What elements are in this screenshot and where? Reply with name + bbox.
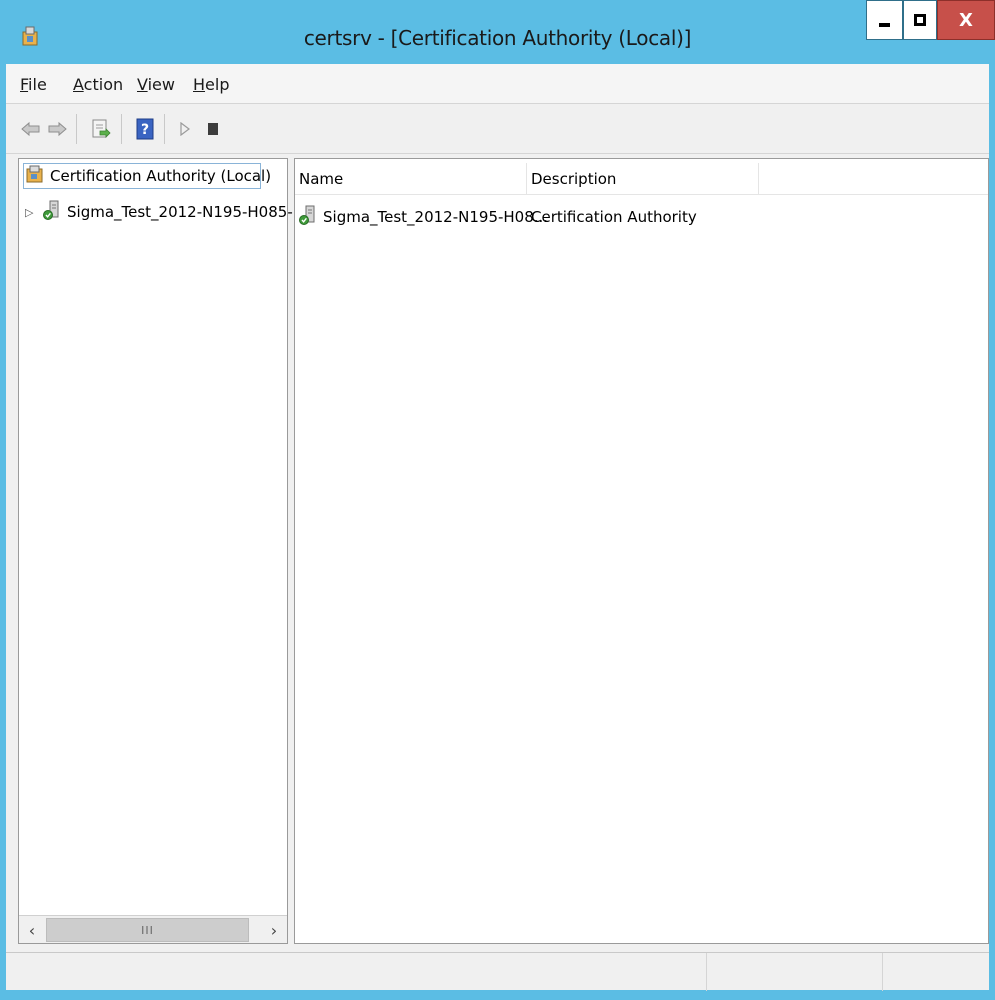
ca-server-icon (43, 200, 61, 224)
list-cell-name: Sigma_Test_2012-N195-H08... (299, 205, 548, 229)
minimize-button[interactable] (866, 0, 903, 40)
forward-button[interactable] (46, 117, 68, 141)
horizontal-scrollbar[interactable]: ‹ III › (19, 915, 287, 943)
close-icon: X (959, 9, 973, 31)
expand-icon[interactable]: ▷ (25, 206, 37, 219)
menu-action[interactable]: Action (73, 75, 123, 94)
toolbar-separator (121, 114, 122, 144)
start-service-icon (180, 122, 190, 136)
menu-bar: File Action View Help (6, 64, 989, 104)
title-bar[interactable]: certsrv - [Certification Authority (Loca… (0, 0, 995, 64)
menu-help[interactable]: Help (193, 75, 229, 94)
status-panel (706, 953, 882, 991)
menu-file[interactable]: File (20, 75, 47, 94)
help-button[interactable]: ? (134, 117, 156, 141)
details-pane[interactable]: Name Description Sigma_Test_2012-N195-H0… (294, 158, 989, 944)
menu-view[interactable]: View (137, 75, 175, 94)
minimize-icon (879, 23, 890, 27)
stop-service-icon (208, 123, 218, 135)
column-header-name[interactable]: Name (295, 163, 527, 195)
export-list-button[interactable] (90, 117, 112, 141)
back-arrow-icon (21, 121, 40, 137)
status-bar (6, 952, 989, 991)
toolbar-separator (164, 114, 165, 144)
start-service-button[interactable] (174, 117, 196, 141)
scroll-left-icon[interactable]: ‹ (19, 916, 45, 944)
grip-icon: III (141, 923, 154, 937)
status-panel (882, 953, 989, 991)
list-item-name: Sigma_Test_2012-N195-H08... (323, 208, 549, 226)
column-header-blank[interactable] (759, 163, 988, 195)
ca-server-icon (299, 205, 317, 229)
list-header: Name Description (295, 163, 988, 195)
list-item-description: Certification Authority (531, 208, 697, 226)
help-icon: ? (136, 118, 154, 140)
window-title: certsrv - [Certification Authority (Loca… (303, 26, 692, 50)
column-header-description[interactable]: Description (527, 163, 759, 195)
forward-arrow-icon (48, 121, 67, 137)
back-button[interactable] (20, 117, 42, 141)
maximize-button[interactable] (903, 0, 937, 40)
tree-item-certification-authority-local[interactable]: Certification Authority (Local) (23, 163, 271, 189)
tree-item-label: Certification Authority (Local) (50, 167, 272, 185)
scroll-right-icon[interactable]: › (261, 916, 287, 944)
toolbar: ? (6, 104, 989, 154)
maximize-icon (914, 14, 926, 26)
stop-service-button[interactable] (202, 117, 224, 141)
export-list-icon (92, 119, 111, 138)
toolbar-separator (76, 114, 77, 144)
close-button[interactable]: X (937, 0, 995, 40)
client-area: File Action View Help ? Certification Au… (6, 64, 989, 991)
console-tree[interactable]: Certification Authority (Local) ▷ Sigma_… (18, 158, 293, 944)
scroll-thumb[interactable]: III (46, 918, 249, 942)
tree-item-label: Sigma_Test_2012-N195-H085- (67, 203, 293, 221)
mmc-window: certsrv - [Certification Authority (Loca… (0, 0, 995, 1000)
tree-item-sigma-test[interactable]: ▷ Sigma_Test_2012-N195-H085- (25, 199, 293, 225)
certificate-authority-icon (26, 165, 44, 187)
svg-text:?: ? (141, 122, 149, 138)
